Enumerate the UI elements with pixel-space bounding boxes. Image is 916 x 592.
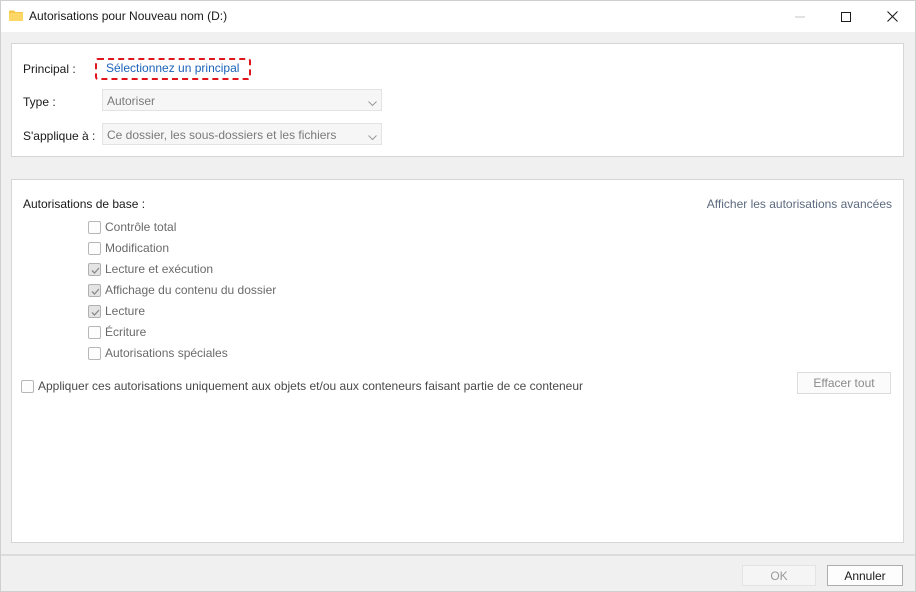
- select-principal-link[interactable]: Sélectionnez un principal: [106, 61, 239, 75]
- checkbox[interactable]: [21, 379, 34, 393]
- minimize-button[interactable]: [777, 1, 823, 32]
- checkbox[interactable]: [88, 304, 101, 318]
- principal-panel: Principal : Sélectionnez un principal Ty…: [11, 43, 904, 157]
- permission-read-execute[interactable]: Lecture et exécution: [88, 261, 213, 277]
- apply-only-to-container-option[interactable]: Appliquer ces autorisations uniquement a…: [21, 378, 583, 394]
- permission-label: Modification: [105, 241, 170, 255]
- checkbox[interactable]: [88, 241, 101, 255]
- permissions-panel: Autorisations de base : Afficher les aut…: [11, 179, 904, 543]
- permission-full-control[interactable]: Contrôle total: [88, 219, 176, 235]
- applies-to-value: Ce dossier, les sous-dossiers et les fic…: [107, 128, 337, 142]
- checkmark-icon: [91, 309, 100, 316]
- maximize-button[interactable]: [823, 1, 869, 32]
- applies-to-label: S'applique à :: [23, 129, 96, 143]
- permissions-dialog: Autorisations pour Nouveau nom (D:) Prin…: [0, 0, 916, 592]
- checkmark-icon: [91, 288, 100, 295]
- permission-special[interactable]: Autorisations spéciales: [88, 345, 228, 361]
- ok-button[interactable]: OK: [742, 565, 816, 586]
- close-button[interactable]: [869, 1, 915, 32]
- checkbox[interactable]: [88, 283, 101, 297]
- checkbox[interactable]: [88, 325, 101, 339]
- permission-label: Lecture: [105, 304, 146, 318]
- basic-permissions-heading: Autorisations de base :: [23, 197, 146, 211]
- type-label: Type :: [23, 95, 56, 109]
- window-title: Autorisations pour Nouveau nom (D:): [29, 9, 228, 23]
- checkbox[interactable]: [88, 346, 101, 360]
- show-advanced-permissions-link[interactable]: Afficher les autorisations avancées: [707, 197, 892, 211]
- title-bar[interactable]: Autorisations pour Nouveau nom (D:): [1, 1, 915, 32]
- checkbox[interactable]: [88, 220, 101, 234]
- applies-to-dropdown[interactable]: Ce dossier, les sous-dossiers et les fic…: [102, 123, 382, 145]
- permission-list-folder[interactable]: Affichage du contenu du dossier: [88, 282, 276, 298]
- footer-divider: [1, 554, 915, 556]
- permission-read[interactable]: Lecture: [88, 303, 145, 319]
- chevron-down-icon: [368, 130, 377, 144]
- clear-all-button[interactable]: Effacer tout: [797, 372, 891, 394]
- cancel-button[interactable]: Annuler: [827, 565, 903, 586]
- checkbox[interactable]: [88, 262, 101, 276]
- permission-label: Contrôle total: [105, 220, 177, 234]
- permission-label: Lecture et exécution: [105, 262, 214, 276]
- permission-label: Écriture: [105, 325, 147, 339]
- permission-label: Affichage du contenu du dossier: [105, 283, 277, 297]
- chevron-down-icon: [368, 96, 377, 110]
- permission-label: Autorisations spéciales: [105, 346, 228, 360]
- type-dropdown[interactable]: Autoriser: [102, 89, 382, 111]
- type-value: Autoriser: [107, 94, 156, 108]
- principal-label: Principal :: [23, 62, 76, 76]
- permission-write[interactable]: Écriture: [88, 324, 146, 340]
- checkmark-icon: [91, 267, 100, 274]
- close-icon: [886, 11, 898, 22]
- permission-modify[interactable]: Modification: [88, 240, 169, 256]
- maximize-icon: [841, 11, 851, 22]
- folder-icon: [9, 10, 23, 21]
- apply-only-label: Appliquer ces autorisations uniquement a…: [38, 379, 584, 393]
- minimize-icon: [795, 16, 805, 17]
